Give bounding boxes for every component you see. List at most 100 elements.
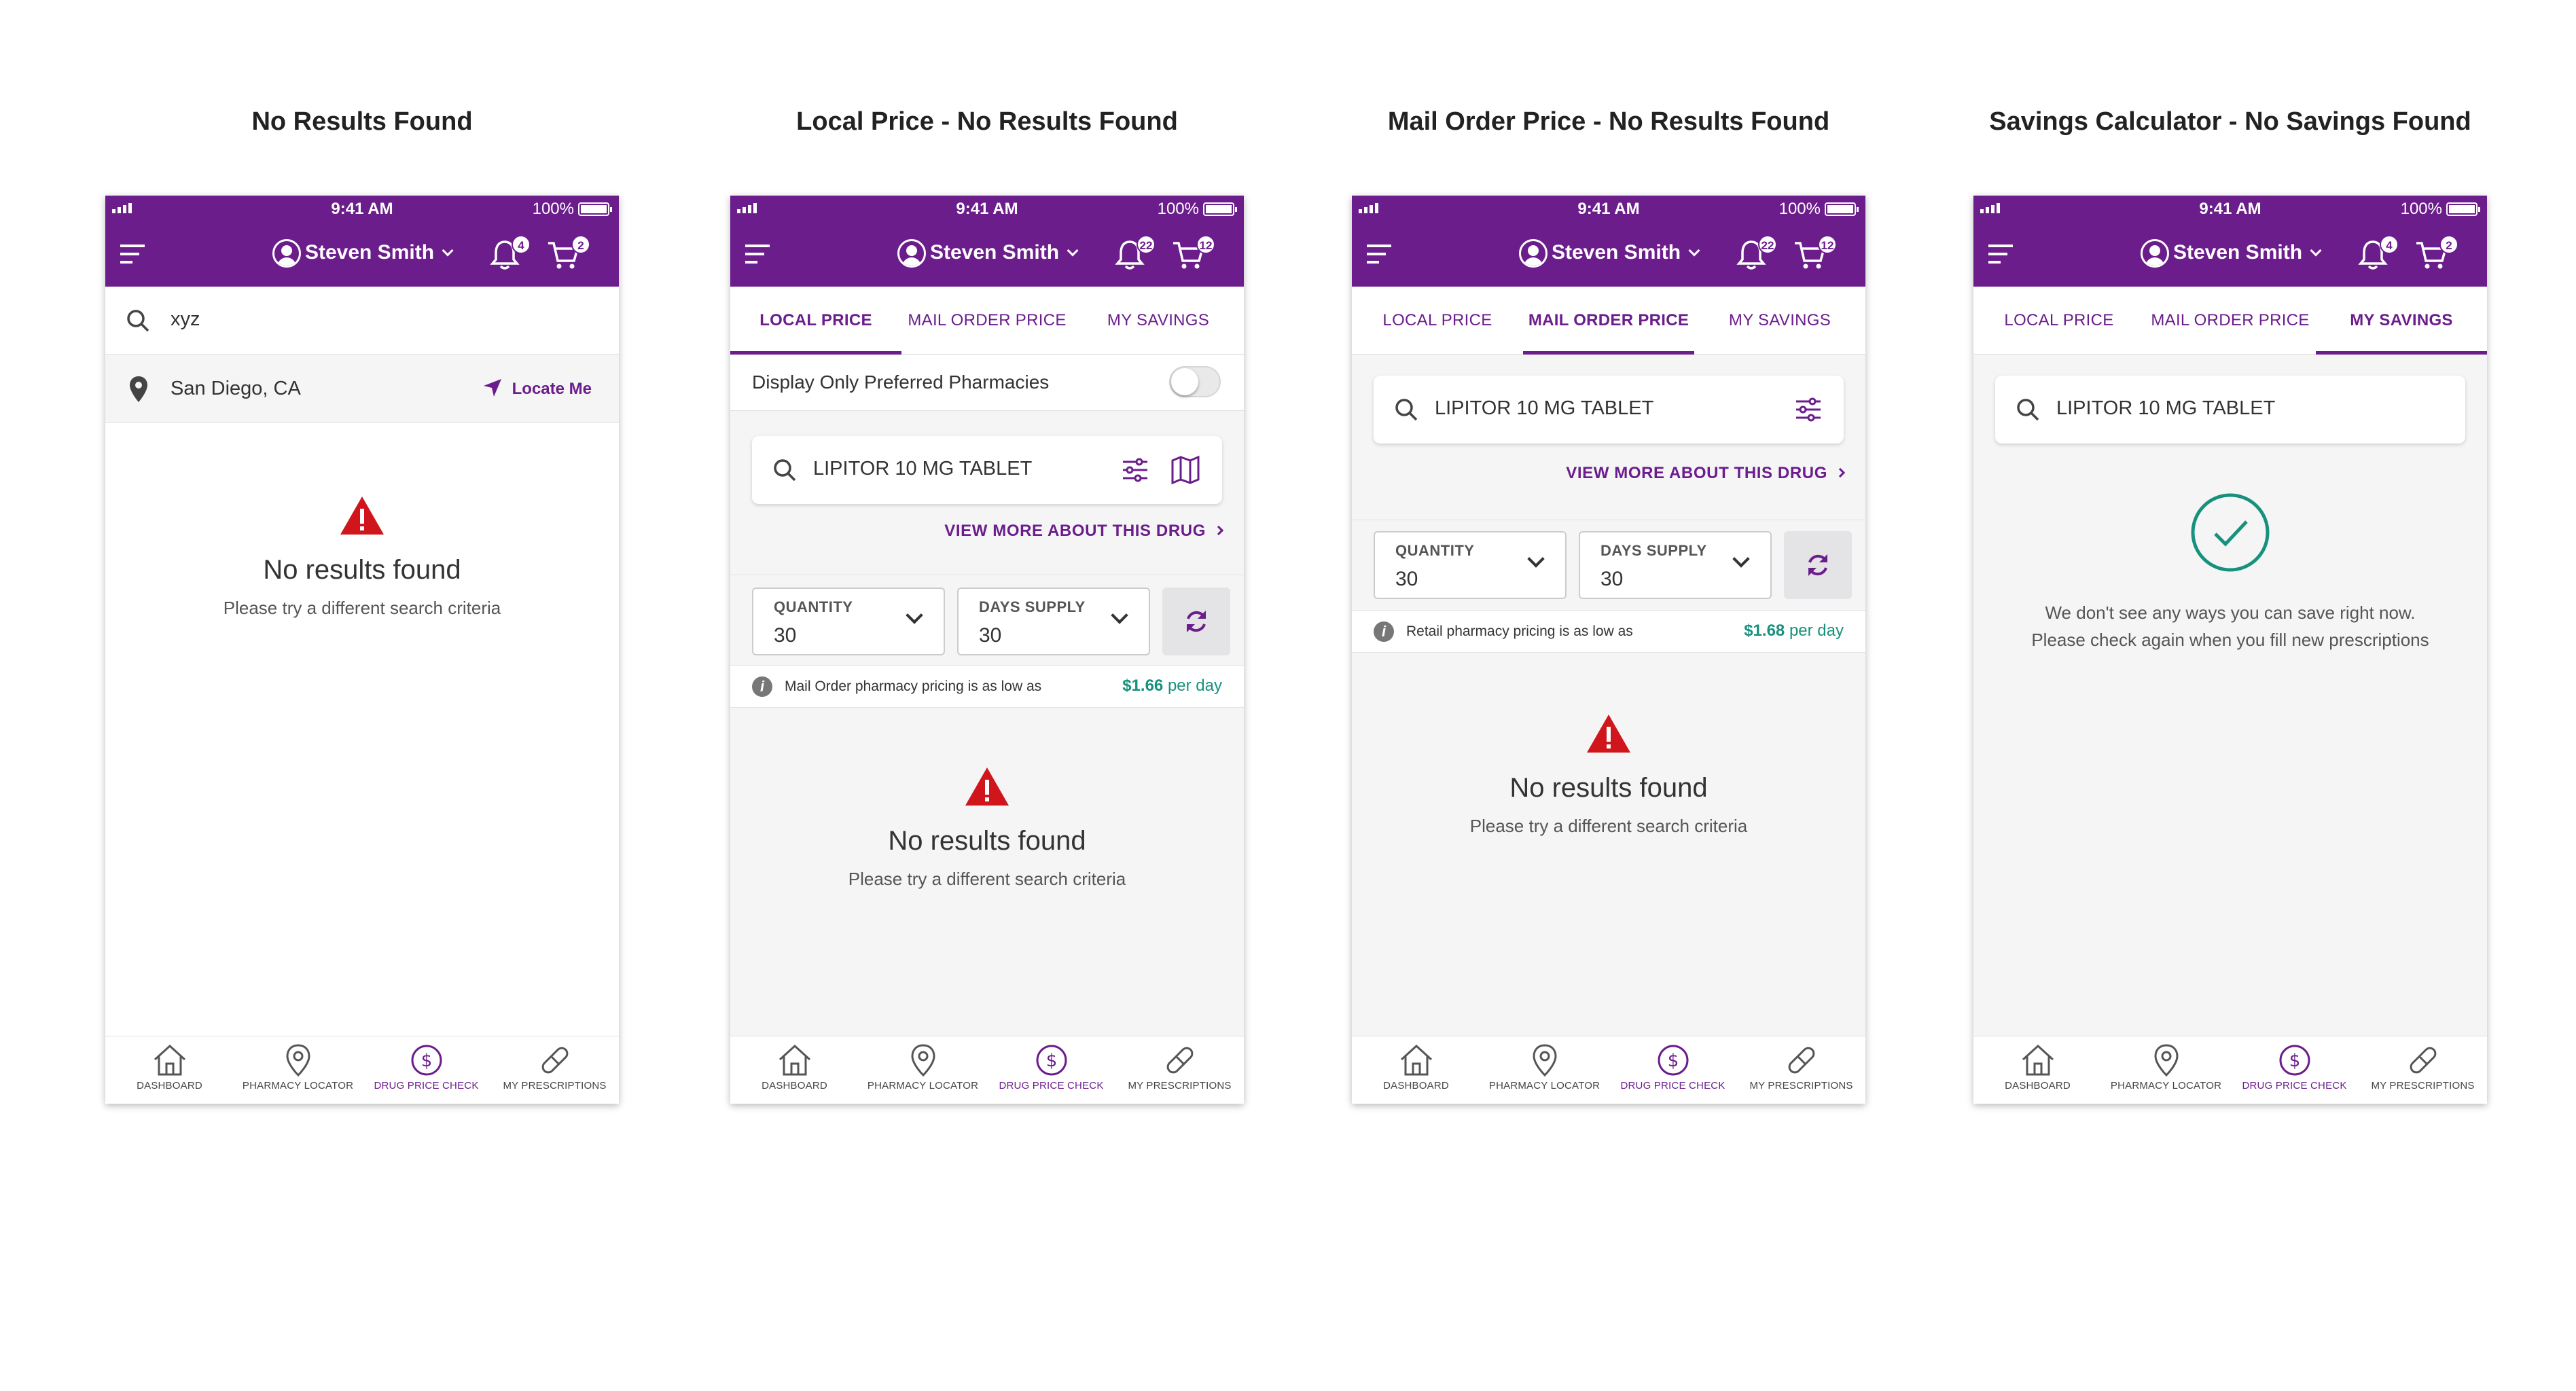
cart-badge: 2 [2439,235,2458,254]
navigation-arrow-icon [483,379,501,397]
quantity-label: QUANTITY [1395,542,1475,559]
nav-dashboard[interactable]: DASHBOARD [1973,1036,2102,1104]
bottom-nav: DASHBOARD PHARMACY LOCATOR $ DRUG PRICE C… [105,1036,619,1104]
refresh-button[interactable] [1784,531,1852,599]
per-day-label: per day [1167,676,1222,695]
filter-sliders-icon[interactable] [1122,456,1149,484]
dollar-circle-icon: $ [1658,1045,1688,1076]
search-bar[interactable]: xyz [105,287,619,355]
search-input[interactable]: xyz [171,308,200,331]
days-supply-select[interactable]: DAYS SUPPLY 30 [957,588,1150,655]
days-supply-label: DAYS SUPPLY [979,598,1086,615]
refresh-button[interactable] [1162,588,1230,655]
preferred-toggle-label: Display Only Preferred Pharmacies [752,372,1050,393]
days-supply-select[interactable]: DAYS SUPPLY 30 [1579,531,1772,599]
nav-dashboard[interactable]: DASHBOARD [730,1036,859,1104]
tab-my-savings[interactable]: MY SAVINGS [1073,287,1244,355]
notifications-button[interactable]: 4 [2358,235,2399,274]
price-per-day: $1.68 per day [1744,621,1844,640]
nav-my-prescriptions[interactable]: MY PRESCRIPTIONS [1115,1036,1244,1104]
chevron-down-icon [2310,245,2322,257]
drug-name: LIPITOR 10 MG TABLET [813,458,1033,480]
nav-prescriptions-label: MY PRESCRIPTIONS [1749,1080,1853,1091]
price-per-day: $1.66 per day [1122,676,1222,696]
status-bar: 9:41 AM 100% [730,196,1244,223]
tab-local-price[interactable]: LOCAL PRICE [730,287,901,355]
tab-my-savings[interactable]: MY SAVINGS [2316,287,2487,355]
notifications-button[interactable]: 22 [1736,235,1777,274]
preferred-pharmacies-toggle[interactable] [1169,366,1221,397]
quantity-select[interactable]: QUANTITY 30 [1374,531,1567,599]
nav-dashboard[interactable]: DASHBOARD [105,1036,234,1104]
cart-button[interactable]: 2 [547,235,590,274]
nav-dashboard-label: DASHBOARD [137,1080,202,1091]
drug-name: LIPITOR 10 MG TABLET [2056,397,2276,419]
user-switcher[interactable]: Steven Smith [105,239,619,268]
map-pin-icon [2153,1044,2179,1077]
user-switcher[interactable]: Steven Smith [1352,239,1865,268]
map-pin-icon [285,1044,310,1077]
dollar-circle-icon: $ [411,1045,442,1076]
user-switcher[interactable]: Steven Smith [1973,239,2487,268]
cart-button[interactable]: 12 [1793,235,1837,274]
pill-icon [541,1047,568,1074]
nav-my-prescriptions[interactable]: MY PRESCRIPTIONS [490,1036,619,1104]
tab-mail-order-price[interactable]: MAIL ORDER PRICE [901,287,1073,355]
nav-my-prescriptions[interactable]: MY PRESCRIPTIONS [1737,1036,1865,1104]
tab-my-savings[interactable]: MY SAVINGS [1694,287,1865,355]
svg-text:$: $ [1667,1051,1679,1071]
view-more-drug-link[interactable]: VIEW MORE ABOUT THIS DRUG [944,522,1224,541]
quantity-value: 30 [1395,568,1418,590]
screen-no-results: No Results Found 9:41 AM 100% Steven Smi… [105,0,619,1391]
nav-pharmacy-locator[interactable]: PHARMACY LOCATOR [1480,1036,1609,1104]
nav-dashboard-label: DASHBOARD [2005,1080,2071,1091]
nav-pharmacy-locator[interactable]: PHARMACY LOCATOR [234,1036,362,1104]
drug-search-field[interactable]: LIPITOR 10 MG TABLET [1995,376,2465,444]
phone-frame: 9:41 AM 100% Steven Smith 22 12 LOCAL PR… [1352,196,1865,1104]
chevron-right-icon [1835,467,1846,478]
notifications-button[interactable]: 4 [490,235,531,274]
screen-local-price: Local Price - No Results Found 9:41 AM 1… [730,0,1244,1391]
status-bar: 9:41 AM 100% [1352,196,1865,223]
chevron-down-icon [1067,245,1079,257]
quantity-value: 30 [774,624,797,647]
filter-sliders-icon[interactable] [1795,396,1822,423]
drug-search-field[interactable]: LIPITOR 10 MG TABLET [752,436,1222,504]
screen-mail-order-price: Mail Order Price - No Results Found 9:41… [1352,0,1865,1391]
view-more-label: VIEW MORE ABOUT THIS DRUG [944,522,1206,540]
no-savings-line1: We don't see any ways you can save right… [2045,602,2416,623]
nav-pharmacy-locator[interactable]: PHARMACY LOCATOR [859,1036,987,1104]
nav-prescriptions-label: MY PRESCRIPTIONS [503,1080,607,1091]
tab-local-price[interactable]: LOCAL PRICE [1352,287,1523,355]
tab-local-price[interactable]: LOCAL PRICE [1973,287,2145,355]
info-icon: i [752,676,772,697]
nav-prescriptions-label: MY PRESCRIPTIONS [1128,1080,1232,1091]
map-view-icon[interactable] [1170,455,1200,485]
nav-dashboard[interactable]: DASHBOARD [1352,1036,1480,1104]
notifications-button[interactable]: 22 [1115,235,1156,274]
cart-button[interactable]: 2 [2415,235,2458,274]
drug-search-field[interactable]: LIPITOR 10 MG TABLET [1374,376,1844,444]
nav-drug-price-check[interactable]: $ DRUG PRICE CHECK [2230,1036,2359,1104]
avatar-icon [897,239,926,268]
locate-me-button[interactable]: Locate Me [482,378,592,399]
nav-drug-price-check[interactable]: $ DRUG PRICE CHECK [362,1036,490,1104]
tab-mail-order-price[interactable]: MAIL ORDER PRICE [1523,287,1694,355]
nav-my-prescriptions[interactable]: MY PRESCRIPTIONS [2359,1036,2487,1104]
nav-drug-price-check[interactable]: $ DRUG PRICE CHECK [987,1036,1115,1104]
bottom-nav: DASHBOARD PHARMACY LOCATOR $ DRUG PRICE C… [730,1036,1244,1104]
home-icon [154,1044,185,1076]
refresh-icon [1187,611,1206,632]
view-more-drug-link[interactable]: VIEW MORE ABOUT THIS DRUG [1566,464,1846,483]
price-value: $1.68 [1744,621,1785,640]
nav-pharmacy-locator[interactable]: PHARMACY LOCATOR [2102,1036,2230,1104]
pill-icon [2410,1047,2436,1074]
price-note: Mail Order pharmacy pricing is as low as [785,679,1042,694]
user-switcher[interactable]: Steven Smith [730,239,1244,268]
user-name: Steven Smith [304,240,435,264]
empty-state: No results found Please try a different … [730,766,1244,890]
quantity-select[interactable]: QUANTITY 30 [752,588,945,655]
tab-mail-order-price[interactable]: MAIL ORDER PRICE [2145,287,2316,355]
cart-button[interactable]: 12 [1172,235,1215,274]
nav-drug-price-check[interactable]: $ DRUG PRICE CHECK [1609,1036,1737,1104]
